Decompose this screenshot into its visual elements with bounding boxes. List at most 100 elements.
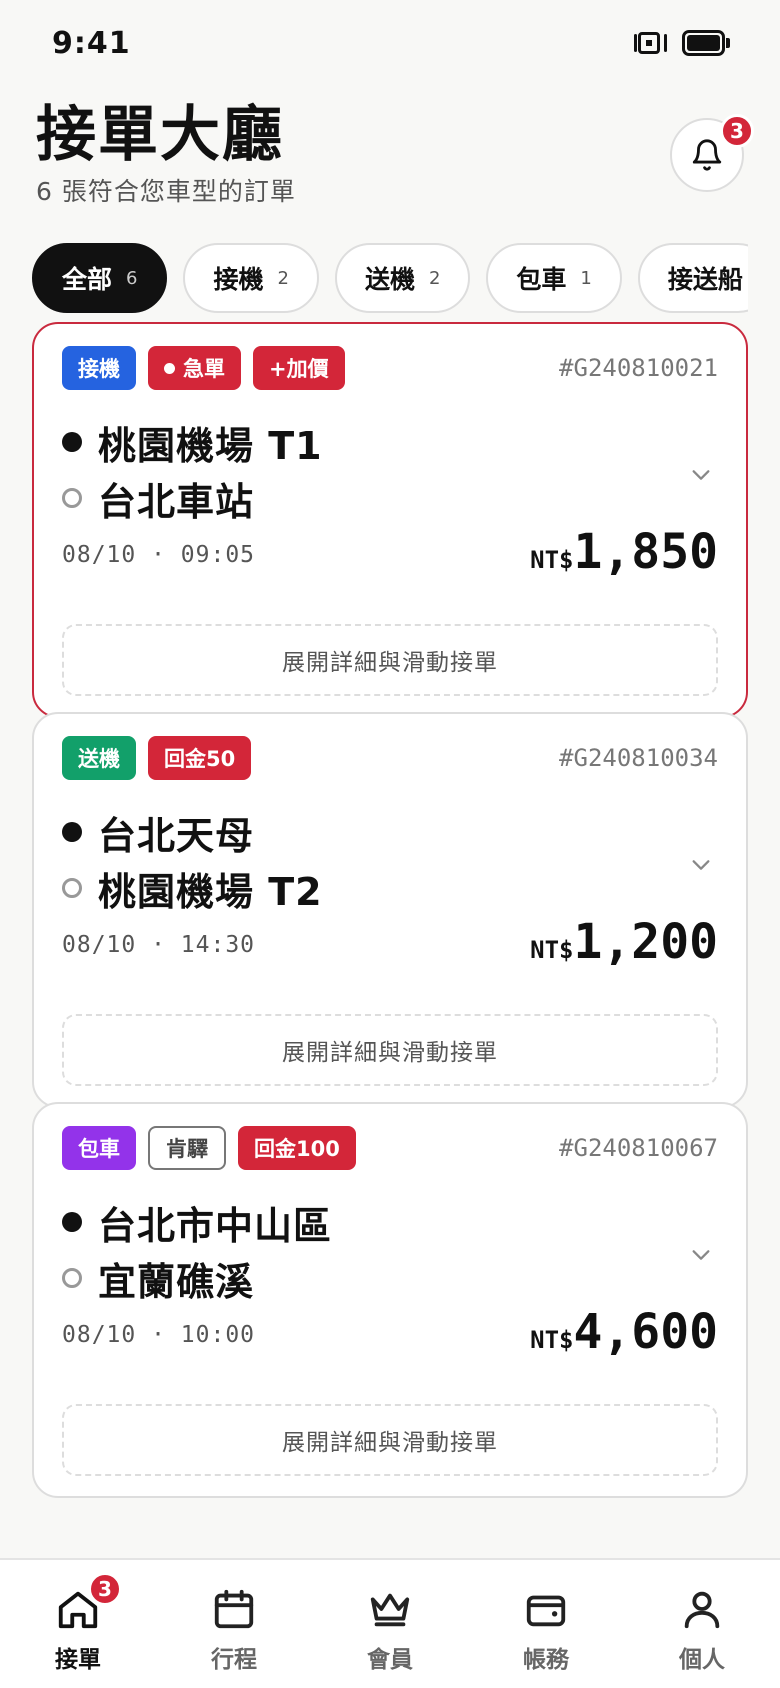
order-route: 台北天母桃園機場 T2 bbox=[62, 804, 323, 916]
urgent-dot-icon bbox=[164, 362, 175, 374]
vibrate-icon bbox=[634, 30, 670, 56]
nav-item-0[interactable]: 接單 3 bbox=[0, 1560, 156, 1688]
bell-icon bbox=[692, 139, 722, 171]
order-id: #G240810034 bbox=[559, 744, 718, 772]
order-card[interactable]: 送機 回金50 #G240810034 台北天母桃園機場 T2 08/10 · 14:3… bbox=[32, 712, 748, 1108]
page-title: 接單大廳 bbox=[36, 100, 284, 170]
destination-dot-icon bbox=[62, 488, 82, 508]
route-from-name: 桃園機場 T1 bbox=[98, 423, 323, 468]
page-subtitle: 6 張符合您車型的訂單 bbox=[36, 177, 296, 206]
order-datetime: 08/10 · 14:30 bbox=[62, 932, 256, 958]
status-bar: 9:41 bbox=[0, 0, 780, 90]
order-tag-label: 包車 bbox=[78, 1137, 120, 1161]
order-tag-label: 回金100 bbox=[254, 1137, 340, 1161]
order-price: NT$ 1,850 bbox=[530, 524, 718, 580]
route-from: 桃園機場 T1 bbox=[62, 414, 323, 470]
order-tag-label: 送機 bbox=[78, 747, 120, 771]
order-id: #G240810067 bbox=[559, 1134, 718, 1162]
order-tag-label: 接機 bbox=[78, 357, 120, 381]
route-to-name: 台北車站 bbox=[98, 479, 255, 524]
filter-chip-0[interactable]: 全部 6 bbox=[32, 243, 168, 313]
order-tag: 送機 bbox=[62, 736, 136, 780]
battery-icon bbox=[682, 30, 730, 56]
chevron-down-icon[interactable] bbox=[690, 1244, 712, 1266]
filter-chip-label: 包車 bbox=[516, 265, 567, 294]
notifications-button[interactable]: 3 bbox=[670, 114, 754, 192]
origin-dot-icon bbox=[62, 432, 82, 452]
order-datetime: 08/10 · 09:05 bbox=[62, 542, 256, 568]
expand-accept-button[interactable]: 展開詳細與滑動接單 bbox=[62, 624, 718, 696]
destination-dot-icon bbox=[62, 878, 82, 898]
nav-label: 接單 bbox=[55, 1647, 101, 1673]
order-route: 台北市中山區 宜蘭礁溪 bbox=[62, 1194, 332, 1306]
nav-badge: 3 bbox=[88, 1572, 122, 1606]
order-tags: 送機 回金50 bbox=[62, 736, 252, 780]
filter-chip-count: 6 bbox=[126, 267, 138, 289]
order-price: NT$ 4,600 bbox=[530, 1304, 718, 1360]
order-tag-label: +加價 bbox=[269, 357, 329, 381]
user-icon bbox=[684, 1591, 720, 1629]
filter-chip-label: 送機 bbox=[364, 265, 415, 294]
status-icons bbox=[634, 30, 730, 56]
route-from-name: 台北市中山區 bbox=[98, 1203, 333, 1248]
nav-label: 行程 bbox=[211, 1647, 257, 1673]
chevron-down-icon[interactable] bbox=[690, 854, 712, 876]
nav-label: 會員 bbox=[367, 1647, 413, 1673]
order-tag-label: 肯驛 bbox=[166, 1137, 208, 1161]
origin-dot-icon bbox=[62, 1212, 82, 1232]
order-tag: +加價 bbox=[253, 346, 345, 390]
filter-chip-count: 2 bbox=[428, 267, 441, 289]
price-currency: NT$ bbox=[530, 546, 574, 574]
route-to: 台北車站 bbox=[62, 470, 323, 526]
filter-chip-label: 接機 bbox=[213, 265, 264, 294]
destination-dot-icon bbox=[62, 1268, 82, 1288]
header: 接單大廳 6 張符合您車型的訂單 3 bbox=[36, 100, 754, 210]
order-price: NT$ 1,200 bbox=[530, 914, 718, 970]
order-tag-label: 回金50 bbox=[164, 747, 236, 771]
order-tag: 回金50 bbox=[148, 736, 252, 780]
route-to: 宜蘭礁溪 bbox=[62, 1250, 332, 1306]
status-time: 9:41 bbox=[52, 26, 131, 61]
order-tag: 肯驛 bbox=[148, 1126, 226, 1170]
order-tags: 包車 肯驛 回金100 bbox=[62, 1126, 356, 1170]
order-card[interactable]: 接機 急單 +加價 #G240810021 桃園機場 T1 台北車站 08/10 · 09:… bbox=[32, 322, 748, 718]
route-to-name: 桃園機場 T2 bbox=[98, 869, 323, 914]
route-to-name: 宜蘭礁溪 bbox=[98, 1259, 255, 1304]
route-from: 台北天母 bbox=[62, 804, 323, 860]
order-tag: 急單 bbox=[148, 346, 241, 390]
price-amount: 1,200 bbox=[573, 914, 719, 970]
order-tag: 包車 bbox=[62, 1126, 136, 1170]
nav-label: 帳務 bbox=[523, 1647, 569, 1673]
order-datetime: 08/10 · 10:00 bbox=[62, 1322, 256, 1348]
order-route: 桃園機場 T1 台北車站 bbox=[62, 414, 323, 526]
order-id: #G240810021 bbox=[559, 354, 718, 382]
filter-chip-2[interactable]: 送機 2 bbox=[334, 243, 471, 313]
filter-chip-label: 接送船 bbox=[667, 265, 743, 294]
nav-item-4[interactable]: 個人 bbox=[624, 1560, 780, 1688]
crown-icon bbox=[370, 1593, 410, 1627]
filter-chip-label: 全部 bbox=[62, 265, 113, 294]
expand-accept-button[interactable]: 展開詳細與滑動接單 bbox=[62, 1404, 718, 1476]
chevron-down-icon[interactable] bbox=[690, 464, 712, 486]
order-tag-label: 急單 bbox=[183, 357, 225, 381]
route-to: 桃園機場 T2 bbox=[62, 860, 323, 916]
expand-accept-button[interactable]: 展開詳細與滑動接單 bbox=[62, 1014, 718, 1086]
price-currency: NT$ bbox=[530, 936, 574, 964]
order-tags: 接機 急單 +加價 bbox=[62, 346, 345, 390]
nav-item-3[interactable]: 帳務 bbox=[468, 1560, 624, 1688]
price-currency: NT$ bbox=[530, 1326, 574, 1354]
filter-chip-3[interactable]: 包車 1 bbox=[486, 243, 622, 313]
route-from-name: 台北天母 bbox=[98, 813, 255, 858]
filter-chip-1[interactable]: 接機 2 bbox=[183, 243, 319, 313]
order-tag: 回金100 bbox=[238, 1126, 356, 1170]
origin-dot-icon bbox=[62, 822, 82, 842]
filter-chip-4[interactable]: 接送船 bbox=[637, 243, 748, 313]
notification-badge: 3 bbox=[720, 114, 754, 148]
bottom-nav: 接單 3 行程 會員 帳務 個人 bbox=[0, 1558, 780, 1688]
nav-label: 個人 bbox=[679, 1647, 725, 1673]
nav-item-2[interactable]: 會員 bbox=[312, 1560, 468, 1688]
filter-chip-count: 2 bbox=[277, 267, 289, 289]
nav-item-1[interactable]: 行程 bbox=[156, 1560, 312, 1688]
route-from: 台北市中山區 bbox=[62, 1194, 332, 1250]
order-card[interactable]: 包車 肯驛 回金100 #G240810067 台北市中山區 宜蘭礁溪 08/10 · 10… bbox=[32, 1102, 748, 1498]
